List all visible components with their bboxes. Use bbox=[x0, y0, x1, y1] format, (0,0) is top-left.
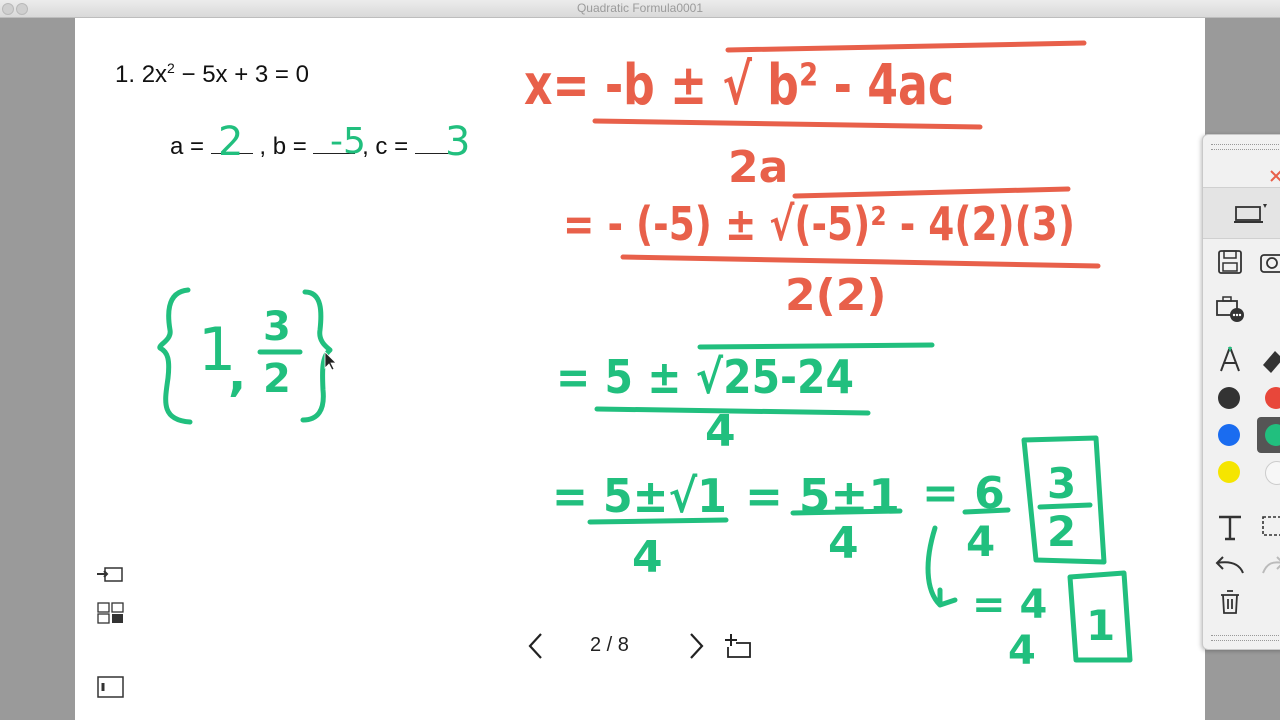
coef-a-label: a = bbox=[170, 133, 205, 160]
equation-lhs: 2x bbox=[141, 61, 168, 88]
window-title: Quadratic Formula0001 bbox=[576, 1, 704, 15]
problem-equation: 1. 2x2 − 5x + 3 = 0 bbox=[115, 60, 309, 89]
save-icon[interactable] bbox=[1217, 249, 1243, 275]
coef-a-blank bbox=[210, 149, 253, 154]
mode-selector[interactable] bbox=[1203, 187, 1280, 239]
slide-list-icon[interactable] bbox=[97, 676, 125, 700]
add-page-icon[interactable] bbox=[722, 632, 752, 660]
color-black-icon[interactable] bbox=[1218, 387, 1240, 409]
color-blue-icon[interactable] bbox=[1218, 424, 1240, 446]
import-icon[interactable] bbox=[96, 565, 124, 585]
undo-icon[interactable] bbox=[1215, 553, 1245, 575]
equation-exponent: 2 bbox=[167, 60, 175, 76]
eraser-icon[interactable] bbox=[1259, 345, 1280, 375]
color-white-icon[interactable] bbox=[1265, 461, 1280, 485]
color-yellow-icon[interactable] bbox=[1218, 461, 1240, 483]
text-tool-icon[interactable] bbox=[1217, 513, 1243, 541]
tool-panel bbox=[1202, 134, 1280, 650]
page-indicator: 2 / 8 bbox=[590, 634, 629, 656]
trash-icon[interactable] bbox=[1218, 589, 1242, 615]
grid-view-icon[interactable] bbox=[97, 602, 125, 624]
pen-tool-icon[interactable] bbox=[1217, 345, 1243, 375]
previous-page-icon[interactable] bbox=[526, 632, 546, 660]
coef-c-blank bbox=[414, 149, 457, 154]
panel-grip-top[interactable] bbox=[1211, 144, 1280, 150]
camera-icon[interactable] bbox=[1259, 249, 1280, 275]
coef-b-label: , b = bbox=[259, 133, 307, 160]
window-titlebar: Quadratic Formula0001 bbox=[0, 0, 1280, 18]
slide-page[interactable] bbox=[75, 18, 1205, 720]
color-green-icon[interactable] bbox=[1265, 424, 1280, 446]
coefficient-line: a = , b = , c = bbox=[170, 133, 457, 161]
toolbox-more-icon[interactable] bbox=[1215, 295, 1245, 323]
redo-icon[interactable] bbox=[1261, 553, 1280, 575]
coef-c-label: , c = bbox=[362, 133, 409, 160]
equation-rest: − 5x + 3 = 0 bbox=[174, 61, 309, 88]
problem-number: 1. bbox=[115, 61, 136, 88]
close-panel-icon[interactable] bbox=[1269, 169, 1280, 183]
color-red-icon[interactable] bbox=[1265, 387, 1280, 409]
panel-grip-bottom[interactable] bbox=[1211, 635, 1280, 641]
coef-b-blank bbox=[313, 149, 356, 154]
next-page-icon[interactable] bbox=[686, 632, 706, 660]
presentation-mode-icon[interactable] bbox=[1233, 202, 1267, 226]
color-green-selected[interactable] bbox=[1257, 417, 1280, 453]
select-tool-icon[interactable] bbox=[1261, 513, 1280, 541]
